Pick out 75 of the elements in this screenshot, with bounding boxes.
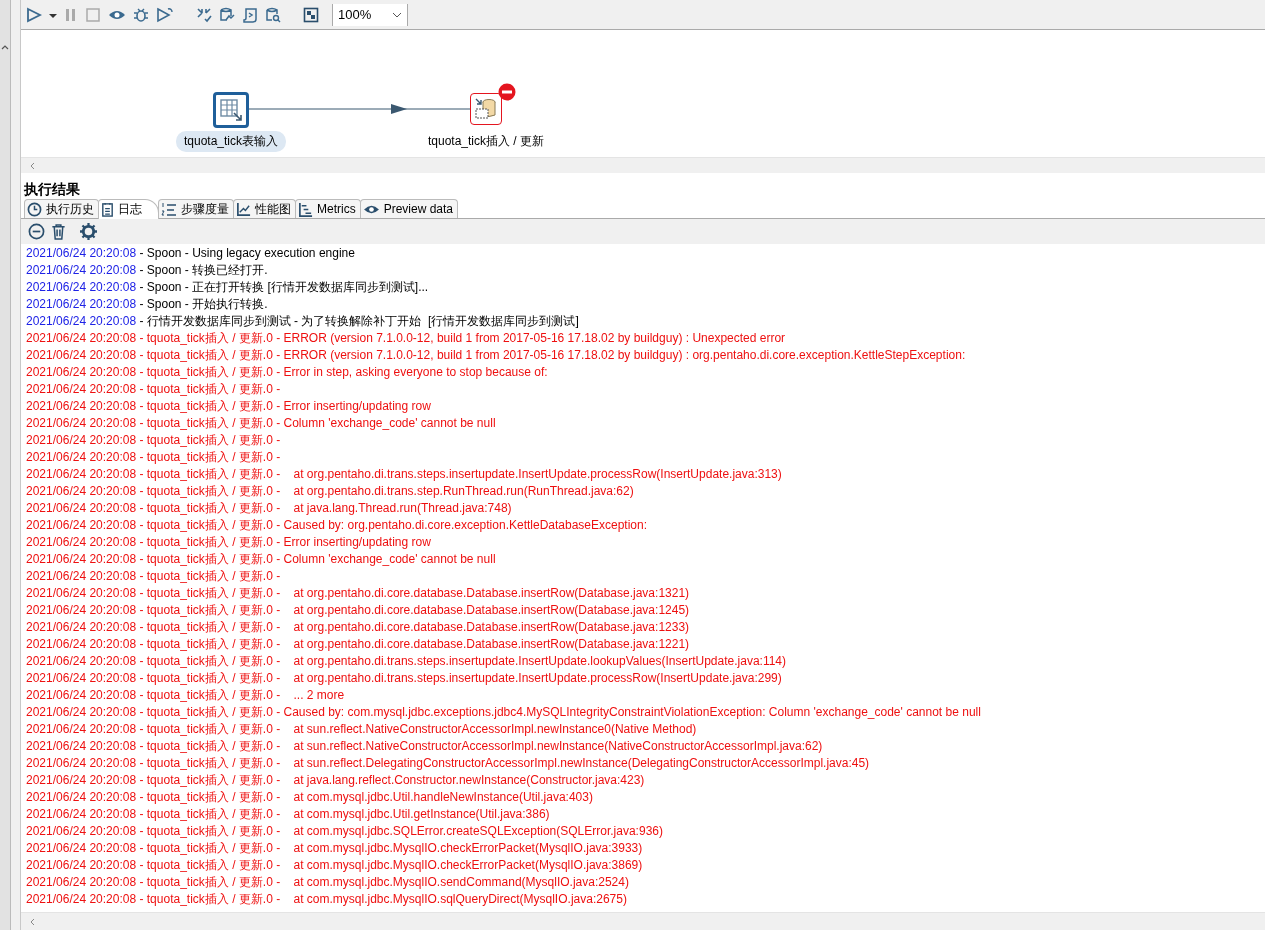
log-line: 2021/06/24 20:20:08 - tquota_tick插入 / 更新.0 - at org.pentaho.di.core.database.Database.insertRow(Database.java:1245) [26, 602, 691, 619]
log-line: 2021/06/24 20:20:08 - tquota_tick插入 / 更新.0 - at com.mysql.jdbc.MysqlIO.sqlQueryDirect(MysqlIO.java:2675) [26, 891, 628, 908]
tab[interactable]: Metrics [295, 199, 361, 218]
step-label: tquota_tick插入 / 更新 [427, 133, 545, 150]
layout-icon[interactable] [303, 6, 319, 23]
log-line: 2021/06/24 20:20:08 - tquota_tick插入 / 更新.0 - [26, 432, 282, 449]
log-line: 2021/06/24 20:20:08 - tquota_tick插入 / 更新.0 - at com.mysql.jdbc.SQLError.createSQLException(SQLError.java:936) [26, 823, 664, 840]
zoom-dropdown[interactable]: 100% [332, 3, 408, 26]
step-node[interactable] [470, 93, 502, 125]
log-line: 2021/06/24 20:20:08 - tquota_tick插入 / 更新.0 - Column 'exchange_code' cannot be null [26, 415, 497, 432]
database-insert-icon [474, 97, 498, 121]
settings-icon[interactable] [80, 223, 97, 240]
bug-icon[interactable] [133, 6, 149, 23]
run-icon[interactable] [26, 6, 42, 23]
log-line: 2021/06/24 20:20:08 - tquota_tick插入 / 更新.0 - at sun.reflect.NativeConstructorAccessorImpl.newInstance0(Native Method) [26, 721, 698, 738]
log-line: 2021/06/24 20:20:08 - 行情开发数据库同步到测试 - 为了转换解除补丁开始 [行情开发数据库同步到测试] [26, 313, 580, 330]
caret-left-icon[interactable] [29, 917, 35, 926]
script-icon[interactable] [242, 6, 258, 23]
replay-icon[interactable] [156, 6, 174, 23]
log-line: 2021/06/24 20:20:08 - tquota_tick插入 / 更新.0 - at sun.reflect.DelegatingConstructorAccessorImpl.newInstance(DelegatingConstructorAccessorImpl.java:45) [26, 755, 871, 772]
log-line: 2021/06/24 20:20:08 - Spoon - 开始执行转换. [26, 296, 269, 313]
database-chart-icon[interactable] [219, 6, 235, 23]
line-chart-icon [236, 201, 251, 217]
log-line: 2021/06/24 20:20:08 - tquota_tick插入 / 更新.0 - Column 'exchange_code' cannot be null [26, 551, 497, 568]
tab[interactable]: 日志 [98, 199, 159, 219]
log-line: 2021/06/24 20:20:08 - tquota_tick插入 / 更新.0 - ... 2 more [26, 687, 346, 704]
gantt-icon [298, 201, 313, 217]
step-label: tquota_tick表输入 [176, 131, 286, 152]
log-line: 2021/06/24 20:20:08 - tquota_tick插入 / 更新.0 - Error inserting/updating row [26, 534, 432, 551]
log-line: 2021/06/24 20:20:08 - Spoon - Using legacy execution engine [26, 245, 356, 262]
tab[interactable]: 步骤度量 [158, 199, 234, 218]
log-line: 2021/06/24 20:20:08 - tquota_tick插入 / 更新.0 - at com.mysql.jdbc.MysqlIO.checkErrorPacket(MysqlIO.java:3933) [26, 840, 644, 857]
caret-left-icon[interactable] [29, 161, 35, 170]
log-line: 2021/06/24 20:20:08 - tquota_tick插入 / 更新.0 - Error inserting/updating row [26, 398, 432, 415]
check-icon[interactable] [196, 6, 212, 23]
database-search-icon[interactable] [265, 6, 281, 23]
log-line: 2021/06/24 20:20:08 - tquota_tick插入 / 更新.0 - [26, 381, 282, 398]
log-line: 2021/06/24 20:20:08 - tquota_tick插入 / 更新.0 - Caused by: com.mysql.jdbc.exceptions.jdbc4.MySQLIntegrityConstraintViolationException: Column 'exchange_code' cannot be null [26, 704, 982, 721]
tab[interactable]: 性能图 [233, 199, 296, 218]
table-input-icon [219, 98, 243, 122]
log-line: 2021/06/24 20:20:08 - tquota_tick插入 / 更新.0 - ERROR (version 7.1.0.0-12, build 1 from 2017-05-16 17.18.02 by buildguy) : Unexpected error [26, 330, 787, 347]
log-line: 2021/06/24 20:20:08 - tquota_tick插入 / 更新.0 - at org.pentaho.di.core.database.Database.insertRow(Database.java:1233) [26, 619, 691, 636]
log-line: 2021/06/24 20:20:08 - tquota_tick插入 / 更新.0 - [26, 568, 282, 585]
log-line: 2021/06/24 20:20:08 - tquota_tick插入 / 更新.0 - at com.mysql.jdbc.MysqlIO.sendCommand(MysqlIO.java:2524) [26, 874, 630, 891]
log-line: 2021/06/24 20:20:08 - tquota_tick插入 / 更新.0 - [26, 449, 282, 466]
step-node[interactable] [213, 92, 249, 128]
log-line: 2021/06/24 20:20:08 - tquota_tick插入 / 更新.0 - at org.pentaho.di.trans.step.RunThread.run(RunThread.java:62) [26, 483, 635, 500]
log-line: 2021/06/24 20:20:08 - tquota_tick插入 / 更新.0 - at sun.reflect.NativeConstructorAccessorImpl.newInstance(NativeConstructorAccessorImpl.java:62) [26, 738, 824, 755]
log-line: 2021/06/24 20:20:08 - tquota_tick插入 / 更新.0 - at com.mysql.jdbc.Util.getInstance(Util.java:386) [26, 806, 551, 823]
tab[interactable]: 执行历史 [24, 199, 99, 218]
log-line: 2021/06/24 20:20:08 - tquota_tick插入 / 更新.0 - at org.pentaho.di.core.database.Database.insertRow(Database.java:1221) [26, 636, 691, 653]
trash-icon[interactable] [51, 223, 66, 240]
chevron-down-icon [392, 11, 402, 18]
log-line: 2021/06/24 20:20:08 - tquota_tick插入 / 更新.0 - at java.lang.reflect.Constructor.newInstance(Constructor.java:423) [26, 772, 646, 789]
log-line: 2021/06/24 20:20:08 - tquota_tick插入 / 更新.0 - at org.pentaho.di.trans.steps.insertupdate.InsertUpdate.lookupValues(InsertUpdate.java:114) [26, 653, 787, 670]
clear-icon[interactable] [28, 223, 45, 240]
log-line: 2021/06/24 20:20:08 - tquota_tick插入 / 更新.0 - at org.pentaho.di.core.database.Database.insertRow(Database.java:1321) [26, 585, 691, 602]
numbered-list-icon [161, 201, 177, 217]
log-line: 2021/06/24 20:20:08 - tquota_tick插入 / 更新.0 - Caused by: org.pentaho.di.core.exception.KettleDatabaseException: [26, 517, 649, 534]
log-line: 2021/06/24 20:20:08 - tquota_tick插入 / 更新.0 - at com.mysql.jdbc.MysqlIO.checkErrorPacket(MysqlIO.java:3869) [26, 857, 644, 874]
error-badge-icon [498, 83, 516, 101]
log-line: 2021/06/24 20:20:08 - Spoon - 正在打开转换 [行情开发数据库同步到测试]... [26, 279, 430, 296]
log-line: 2021/06/24 20:20:08 - Spoon - 转换已经打开. [26, 262, 269, 279]
log-line: 2021/06/24 20:20:08 - tquota_tick插入 / 更新.0 - at org.pentaho.di.trans.steps.insertupdate.InsertUpdate.processRow(InsertUpdate.java:313) [26, 466, 783, 483]
log-line: 2021/06/24 20:20:08 - tquota_tick插入 / 更新.0 - at java.lang.Thread.run(Thread.java:748) [26, 500, 513, 517]
clock-icon [27, 201, 42, 217]
log-line: 2021/06/24 20:20:08 - tquota_tick插入 / 更新.0 - at com.mysql.jdbc.Util.handleNewInstance(Util.java:403) [26, 789, 594, 806]
document-icon [101, 202, 114, 217]
log-line: 2021/06/24 20:20:08 - tquota_tick插入 / 更新.0 - ERROR (version 7.1.0.0-12, build 1 from 2017-05-16 17.18.02 by buildguy) : org.pentaho.di.core.exception.KettleStepException: [26, 347, 967, 364]
log-line: 2021/06/24 20:20:08 - tquota_tick插入 / 更新.0 - at org.pentaho.di.trans.steps.insertupdate.InsertUpdate.processRow(InsertUpdate.java:299) [26, 670, 783, 687]
caret-up-icon[interactable] [1, 44, 9, 50]
log-line: 2021/06/24 20:20:08 - tquota_tick插入 / 更新.0 - Error in step, asking everyone to stop because of: [26, 364, 549, 381]
panel-title: 执行结果 [23, 180, 81, 199]
scrollbar[interactable] [0, 0, 11, 930]
tab[interactable]: Preview data [359, 199, 459, 218]
